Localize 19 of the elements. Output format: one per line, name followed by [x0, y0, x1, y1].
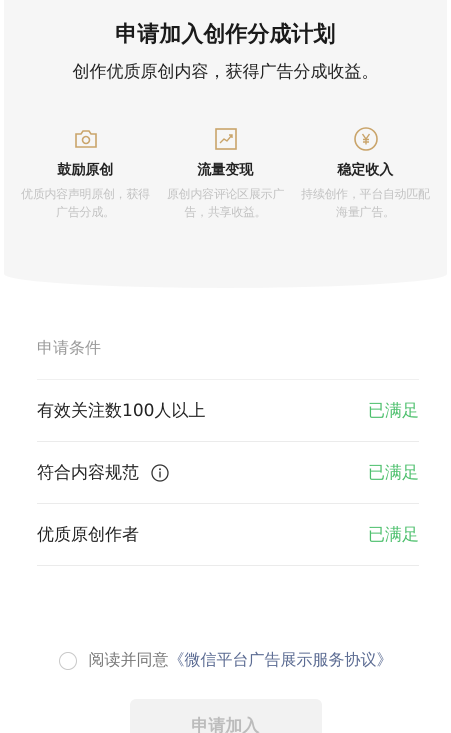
feature-title: 流量变现	[198, 161, 254, 179]
agreement-link[interactable]: 《微信平台广告展示服务协议》	[168, 650, 392, 671]
condition-status: 已满足	[368, 400, 419, 422]
condition-label: 优质原创作者	[37, 524, 139, 546]
info-icon[interactable]	[151, 464, 169, 482]
condition-status: 已满足	[368, 462, 419, 484]
chart-icon	[214, 127, 236, 151]
page-subtitle: 创作优质原创内容，获得广告分成收益。	[72, 61, 380, 83]
agreement-text: 阅读并同意	[88, 650, 168, 671]
condition-status: 已满足	[368, 524, 419, 546]
agree-checkbox[interactable]	[58, 652, 76, 670]
condition-label: 符合内容规范	[37, 462, 139, 484]
page-title: 申请加入创作分成计划	[114, 21, 336, 49]
yen-icon	[354, 127, 378, 151]
condition-label: 有效关注数100人以上	[37, 400, 206, 422]
feature-title: 稳定收入	[338, 161, 394, 179]
section-heading: 申请条件	[37, 328, 419, 380]
feature-title: 鼓励原创	[58, 161, 114, 179]
camera-icon	[74, 127, 98, 151]
